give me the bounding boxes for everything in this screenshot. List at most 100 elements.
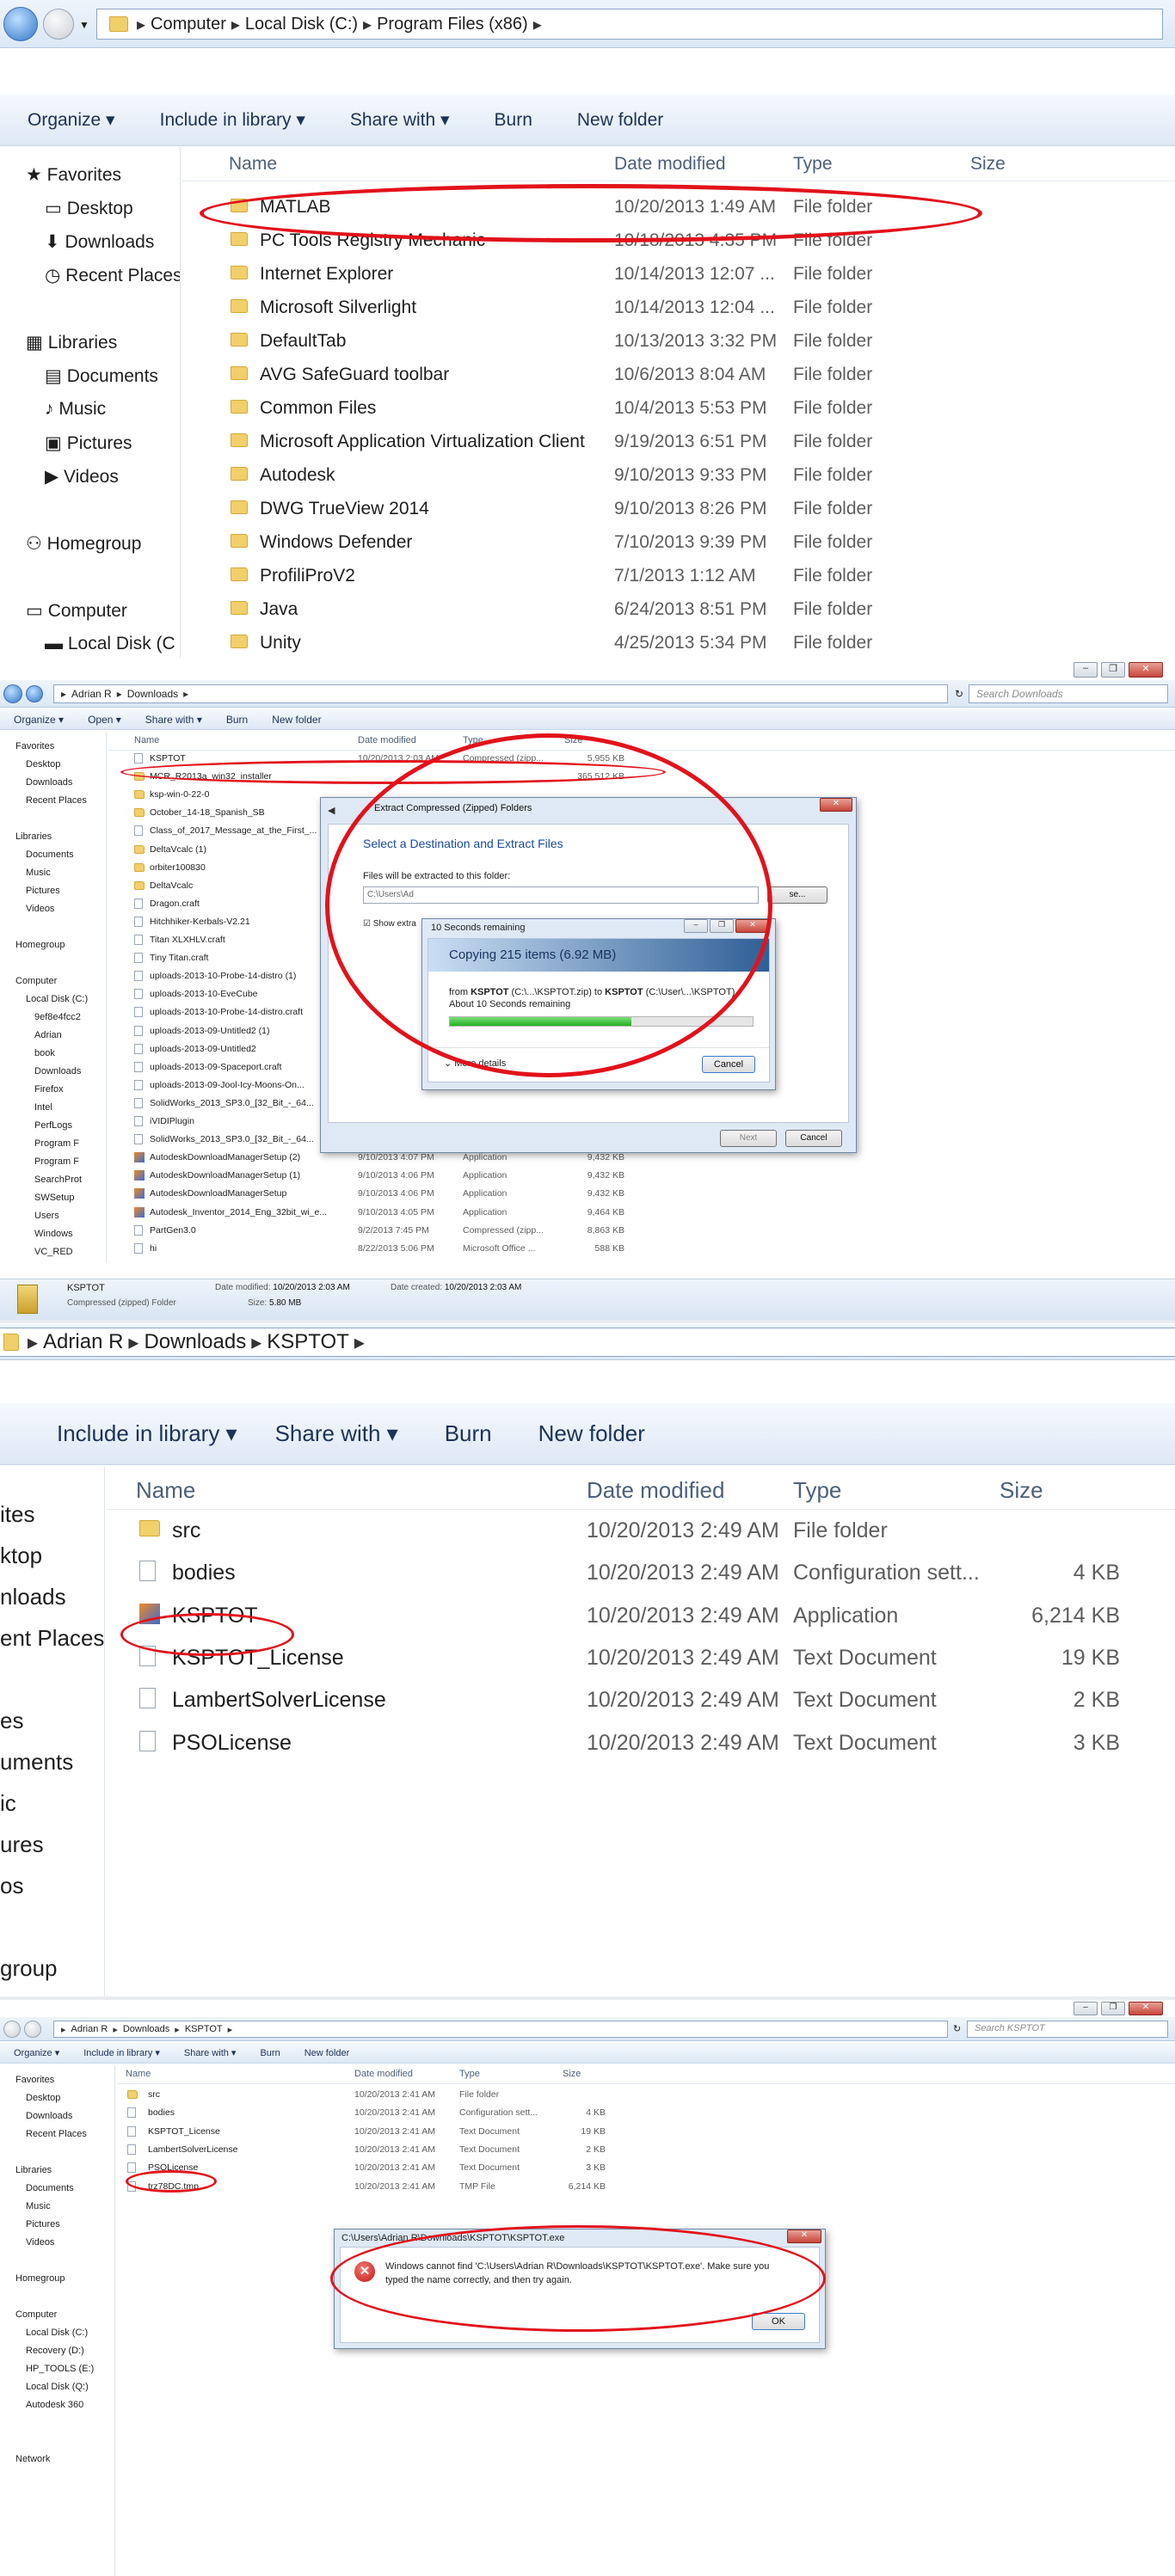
refresh-icon[interactable]: ↻ <box>955 688 963 700</box>
nav-recent-places[interactable]: ◷ Recent Places <box>45 265 180 286</box>
new-folder-button[interactable]: New folder <box>305 2048 350 2058</box>
nav-item[interactable]: Local Disk (C:) <box>26 994 88 1004</box>
nav-item[interactable]: Desktop <box>26 759 60 770</box>
maximize-button[interactable]: ❐ <box>710 919 734 933</box>
breadcrumb-adrian-r[interactable]: Adrian R <box>43 1330 123 1354</box>
organize-button[interactable]: Organize ▾ <box>14 714 64 726</box>
list-item[interactable]: KSPTOT_License 10/20/2013 2:49 AM Text Doc… <box>139 1645 1172 1688</box>
nav-item[interactable]: Recent Places <box>26 2129 87 2139</box>
list-item[interactable]: Microsoft Application Virtualization Cli… <box>231 432 1168 465</box>
list-item[interactable]: src 10/20/2013 2:49 AM File folder <box>139 1518 1172 1561</box>
burn-button[interactable]: Burn <box>226 714 248 726</box>
nav-item[interactable]: Network <box>15 2454 50 2464</box>
close-button[interactable]: ✕ <box>787 2229 821 2243</box>
breadcrumb-adrian-r[interactable]: Adrian R <box>71 688 112 700</box>
nav-item[interactable]: Computer <box>15 976 57 986</box>
cancel-button[interactable]: Cancel <box>702 1056 755 1073</box>
nav-item[interactable]: 9ef8e4fcc2 <box>34 1012 81 1022</box>
nav-item[interactable]: Documents <box>26 2183 74 2193</box>
nav-item[interactable]: nloads <box>0 1584 66 1610</box>
nav-item[interactable]: Pictures <box>26 2219 60 2229</box>
share-with-button[interactable]: Share with ▾ <box>275 1420 398 1447</box>
new-folder-button[interactable]: New folder <box>272 714 321 726</box>
nav-favorites[interactable]: ★ Favorites <box>26 164 121 186</box>
include-in-library-button[interactable]: Include in library ▾ <box>160 109 305 131</box>
nav-item[interactable]: Local Disk (Q:) <box>26 2382 89 2392</box>
nav-item[interactable]: VC_RED <box>34 1247 73 1257</box>
breadcrumb-computer[interactable]: Computer <box>151 15 226 34</box>
search-input[interactable]: Search Downloads <box>969 684 1168 703</box>
forward-button[interactable] <box>24 2021 41 2038</box>
breadcrumb-program-files[interactable]: Program Files (x86) <box>377 15 528 34</box>
nav-item[interactable]: uments <box>0 1749 73 1776</box>
ok-button[interactable]: OK <box>752 2313 805 2330</box>
list-item[interactable]: Common Files 10/4/2013 5:53 PM File folder <box>231 398 1168 432</box>
show-extracted-checkbox[interactable]: ☑ Show extra <box>363 919 416 929</box>
list-item[interactable]: Windows Defender 7/10/2013 9:39 PM File fo… <box>231 532 1168 566</box>
list-item[interactable]: AutodeskDownloadManagerSetup 9/10/2013 4:… <box>134 1188 1166 1206</box>
list-item[interactable]: PSOLicense 10/20/2013 2:49 AM Text Documen… <box>139 1730 1172 1773</box>
nav-item[interactable]: Desktop <box>26 2093 60 2103</box>
new-folder-button[interactable]: New folder <box>577 110 663 131</box>
column-name[interactable]: Name <box>126 2069 151 2079</box>
column-size[interactable]: Size <box>1000 1477 1043 1504</box>
nav-pictures[interactable]: ▣ Pictures <box>45 432 132 454</box>
list-item[interactable]: bodies 10/20/2013 2:49 AM Configuration se… <box>139 1561 1172 1603</box>
column-size[interactable]: Size <box>970 154 1006 175</box>
extract-path-input[interactable]: C:\Users\Ad <box>363 886 759 904</box>
list-item[interactable]: PSOLicense 10/20/2013 2:41 AM Text Documen… <box>127 2162 1160 2180</box>
minimize-button[interactable]: ‒ <box>1073 2002 1098 2015</box>
list-item[interactable]: PartGen3.0 9/2/2013 7:45 PM Compressed (zi… <box>134 1224 1166 1243</box>
nav-documents[interactable]: ▤ Documents <box>45 365 158 387</box>
list-item[interactable]: KSPTOT_License 10/20/2013 2:41 AM Text Doc… <box>127 2125 1160 2144</box>
open-button[interactable]: Open ▾ <box>88 714 121 726</box>
breadcrumb-downloads[interactable]: Downloads <box>123 2024 169 2034</box>
include-in-library-button[interactable]: Include in library ▾ <box>83 2047 160 2058</box>
breadcrumb-ksptot[interactable]: KSPTOT <box>185 2024 223 2034</box>
column-size[interactable]: Size <box>564 735 582 745</box>
nav-item[interactable]: Libraries <box>15 831 52 842</box>
nav-item[interactable]: Program F <box>34 1138 79 1149</box>
nav-item[interactable]: Favorites <box>15 741 54 751</box>
list-item[interactable]: PC Tools Registry Mechanic 10/18/2013 4:3… <box>231 230 1168 264</box>
column-type[interactable]: Type <box>793 154 833 175</box>
nav-local-disk[interactable]: ▬ Local Disk (C <box>45 634 175 654</box>
nav-item[interactable]: Downloads <box>26 2111 72 2121</box>
maximize-button[interactable]: ❐ <box>1101 2002 1125 2015</box>
column-type[interactable]: Type <box>793 1477 841 1504</box>
list-item[interactable]: Unity 4/25/2013 5:34 PM File folder <box>231 633 1168 658</box>
nav-item[interactable]: Firefox <box>34 1084 64 1095</box>
nav-item[interactable]: book <box>34 1048 55 1058</box>
nav-item[interactable]: Music <box>26 868 51 878</box>
list-item[interactable]: AutodeskDownloadManagerSetup (1) 9/10/201… <box>134 1170 1166 1188</box>
close-button[interactable]: ✕ <box>735 919 770 933</box>
back-arrow-icon[interactable]: ◀ <box>328 805 335 816</box>
breadcrumb[interactable]: ▸ Adrian R ▸ Downloads ▸ KSPTOT ▸ <box>53 2021 948 2038</box>
column-name[interactable]: Name <box>134 735 159 745</box>
nav-item[interactable]: PerfLogs <box>34 1120 72 1131</box>
nav-item[interactable]: Computer <box>15 2309 57 2320</box>
nav-videos[interactable]: ▶ Videos <box>45 466 119 488</box>
nav-music[interactable]: ♪ Music <box>45 399 106 420</box>
close-button[interactable]: ✕ <box>1129 2002 1163 2015</box>
nav-item[interactable]: Homegroup <box>15 2273 65 2284</box>
list-item[interactable]: src 10/20/2013 2:41 AM File folder <box>127 2089 1160 2107</box>
nav-item[interactable]: ent Places <box>0 1625 104 1652</box>
minimize-button[interactable]: ‒ <box>1073 662 1098 678</box>
search-input[interactable]: Search KSPTOT <box>967 2021 1168 2038</box>
burn-button[interactable]: Burn <box>495 110 532 131</box>
organize-button[interactable]: Organize ▾ <box>28 109 115 131</box>
nav-item[interactable]: Downloads <box>34 1066 81 1076</box>
nav-item[interactable]: Downloads <box>26 777 72 788</box>
column-type[interactable]: Type <box>459 2069 480 2079</box>
column-date-modified[interactable]: Date modified <box>587 1477 724 1504</box>
column-size[interactable]: Size <box>563 2069 581 2079</box>
list-item[interactable]: AutodeskDownloadManagerSetup (2) 9/10/201… <box>134 1152 1166 1170</box>
nav-item[interactable]: ures <box>0 1831 44 1858</box>
nav-libraries[interactable]: ▦ Libraries <box>26 332 117 353</box>
column-date-modified[interactable]: Date modified <box>614 154 726 175</box>
nav-item[interactable]: Users <box>34 1211 59 1221</box>
organize-button[interactable]: Organize ▾ <box>14 2047 59 2058</box>
nav-item[interactable]: ktop <box>0 1543 42 1569</box>
forward-button[interactable] <box>43 9 74 40</box>
